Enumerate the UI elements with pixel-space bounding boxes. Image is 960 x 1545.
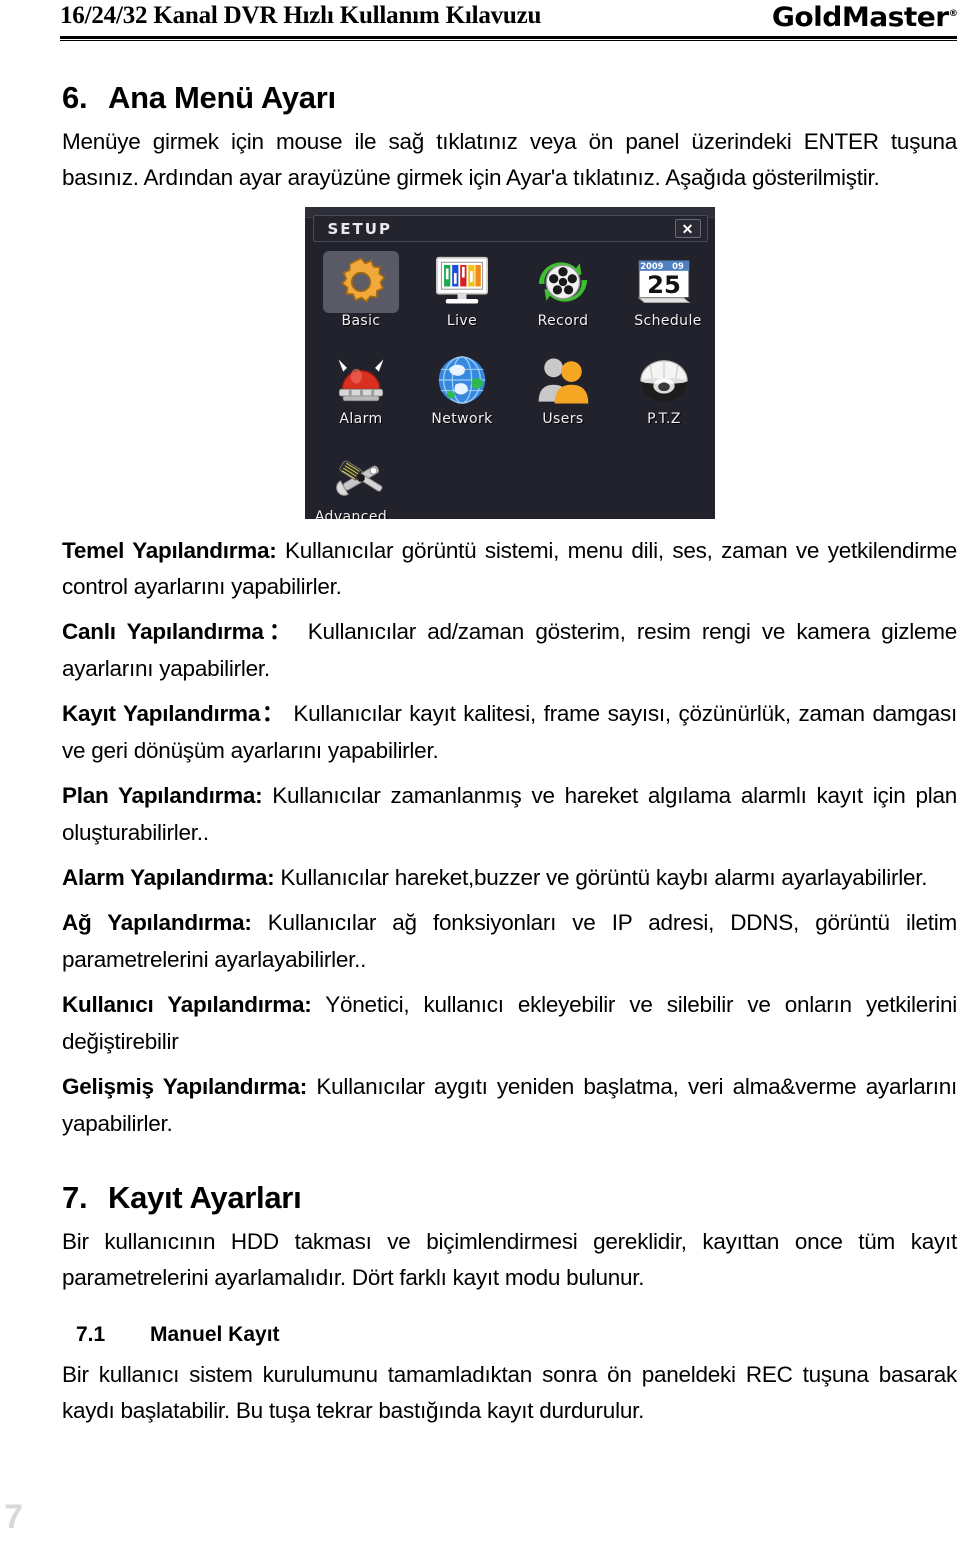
feature-label: Kullanıcı Yapılandırma:: [62, 992, 312, 1018]
feature-paragraph-canli: Canlı Yapılandırma： Kullanıcılar ad/zama…: [62, 614, 957, 687]
setup-item-label: Users: [542, 410, 584, 427]
section-6-number: 6.: [62, 80, 88, 115]
setup-item-alarm[interactable]: Alarm: [311, 349, 412, 447]
setup-item-label: Basic: [341, 312, 381, 329]
setup-item-label: P.T.Z: [647, 410, 681, 427]
setup-item-schedule[interactable]: 2009 09 25 Schedule: [614, 251, 715, 349]
section-7-intro: Bir kullanıcının HDD takması ve biçimlen…: [62, 1228, 957, 1291]
feature-label: Alarm Yapılandırma:: [62, 865, 275, 891]
setup-item-label: Live: [446, 312, 478, 329]
section-7-1-heading: 7.1 Manuel Kayıt: [62, 1323, 957, 1347]
setup-item-network[interactable]: Network: [412, 349, 513, 447]
siren-icon: [311, 349, 412, 411]
tools-icon: [311, 447, 412, 509]
film-reel-icon: [513, 251, 614, 313]
setup-dialog-figure: SETUP ✕ Basic Live Record 2009 09 25 Sch…: [62, 206, 957, 519]
calendar-icon: 2009 09 25: [614, 251, 715, 313]
feature-paragraph-alarm: Alarm Yapılandırma: Kullanıcılar hareket…: [62, 860, 957, 896]
globe-icon: [412, 349, 513, 411]
setup-item-label: Advanced: [314, 508, 388, 519]
feature-paragraph-kayit: Kayıt Yapılandırma： Kullanıcılar kayıt k…: [62, 696, 957, 769]
feature-paragraph-plan: Plan Yapılandırma: Kullanıcılar zamanlan…: [62, 778, 957, 851]
close-icon[interactable]: ✕: [674, 218, 701, 238]
setup-icon-grid: Basic Live Record 2009 09 25 Schedule Al…: [311, 250, 715, 519]
feature-label: Temel Yapılandırma:: [62, 537, 277, 563]
setup-item-live[interactable]: Live: [412, 251, 513, 349]
section-7-heading: 7. Kayıt Ayarları: [62, 1180, 957, 1216]
setup-body: Basic Live Record 2009 09 25 Schedule Al…: [304, 246, 715, 519]
users-icon: [513, 349, 614, 411]
gear-icon: [323, 250, 399, 313]
setup-window: SETUP ✕ Basic Live Record 2009 09 25 Sch…: [304, 206, 715, 519]
setup-title: SETUP: [327, 219, 392, 238]
setup-item-label: Record: [537, 312, 589, 329]
brand-name: GoldMaster: [771, 2, 949, 33]
feature-paragraph-ag: Ağ Yapılandırma: Kullanıcılar ağ fonksiy…: [62, 905, 957, 978]
header-divider: [60, 36, 957, 41]
section-7-number: 7.: [62, 1180, 88, 1216]
feature-paragraph-gelismis: Gelişmiş Yapılandırma: Kullanıcılar aygı…: [62, 1069, 957, 1142]
setup-item-ptz[interactable]: P.T.Z: [614, 349, 715, 447]
section-7-1-title: Manuel Kayıt: [150, 1322, 280, 1346]
section-7-1-number: 7.1: [76, 1322, 106, 1346]
header-title: 16/24/32 Kanal DVR Hızlı Kullanım Kılavu…: [60, 2, 542, 29]
section-6-heading: 6. Ana Menü Ayarı: [62, 80, 957, 116]
feature-text: Kullanıcılar hareket,buzzer ve görüntü k…: [274, 865, 928, 891]
document-content: 6. Ana Menü Ayarı Menüye girmek için mous…: [62, 80, 957, 1439]
setup-item-label: Schedule: [634, 312, 702, 329]
page-number: 7: [4, 1498, 23, 1536]
page-header: 16/24/32 Kanal DVR Hızlı Kullanım Kılavu…: [0, 0, 960, 48]
feature-label: Canlı Yapılandırma：: [62, 619, 297, 645]
setup-item-users[interactable]: Users: [513, 349, 614, 447]
setup-titlebar: SETUP ✕: [312, 214, 708, 242]
section-6-intro: Menüye girmek için mouse ile sağ tıklatı…: [62, 128, 957, 191]
monitor-icon: [412, 251, 513, 313]
setup-item-advanced[interactable]: Advanced: [311, 447, 412, 519]
section-6-title: Ana Menü Ayarı: [108, 80, 336, 115]
setup-item-label: Network: [431, 410, 493, 427]
feature-label: Kayıt Yapılandırma：: [62, 701, 286, 727]
calendar-day: 25: [647, 270, 681, 299]
feature-paragraph-kullanici: Kullanıcı Yapılandırma: Yönetici, kullan…: [62, 987, 957, 1060]
setup-item-basic[interactable]: Basic: [311, 250, 412, 349]
setup-item-record[interactable]: Record: [513, 251, 614, 349]
feature-paragraph-temel: Temel Yapılandırma: Kullanıcılar görüntü…: [62, 533, 957, 606]
goldmaster-logo: GoldMaster®: [772, 2, 958, 33]
dome-camera-icon: [614, 349, 715, 411]
feature-label: Gelişmiş Yapılandırma:: [62, 1074, 308, 1100]
section-7-1-text: Bir kullanıcı sistem kurulumunu tamamlad…: [62, 1361, 957, 1424]
section-7-title: Kayıt Ayarları: [108, 1180, 302, 1216]
setup-item-label: Alarm: [339, 410, 383, 427]
feature-label: Ağ Yapılandırma:: [62, 910, 252, 936]
registered-mark-icon: ®: [948, 9, 958, 19]
feature-label: Plan Yapılandırma:: [62, 783, 263, 809]
